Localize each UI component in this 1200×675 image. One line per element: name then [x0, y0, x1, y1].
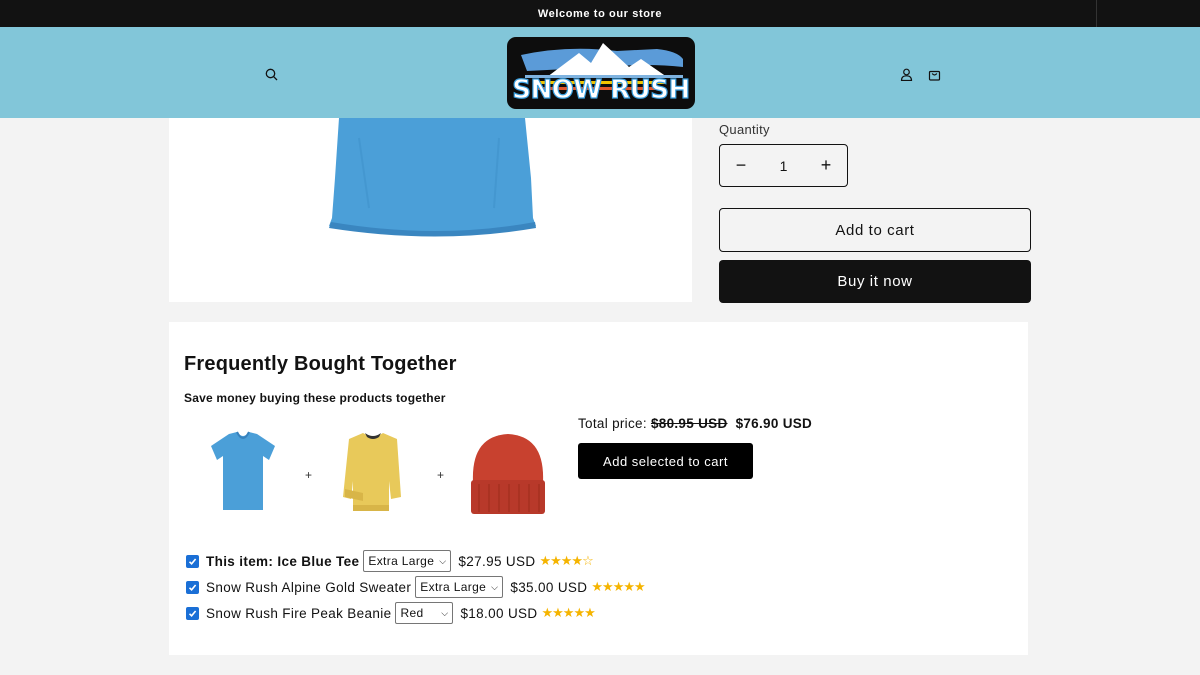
chevron-down-icon: ⌵ — [491, 581, 499, 592]
quantity-stepper: − 1 + — [719, 144, 848, 187]
chevron-down-icon: ⌵ — [441, 607, 449, 618]
item-checkbox[interactable] — [186, 580, 199, 594]
fbt-title: Frequently Bought Together — [184, 353, 457, 375]
announcement-bar: Welcome to our store — [0, 0, 1200, 27]
plus-sign: + — [437, 468, 445, 482]
total-price: Total price: $80.95 USD $76.90 USD — [578, 416, 812, 431]
item-name: This item: Ice Blue Tee — [206, 553, 360, 569]
variant-select-value: Extra Large — [420, 580, 487, 594]
quantity-input[interactable]: 1 — [762, 158, 805, 174]
fbt-item-row: Snow Rush Fire Peak Beanie Red ⌵ $18.00 U… — [186, 602, 596, 624]
quantity-label: Quantity — [719, 122, 770, 137]
cart-icon[interactable] — [924, 64, 944, 84]
announcement-divider — [1096, 0, 1097, 27]
store-logo[interactable]: SNOW RUSH — [507, 37, 695, 109]
fbt-image-beanie[interactable] — [467, 432, 549, 521]
total-price-original: $80.95 USD — [650, 416, 728, 431]
variant-select-value: Extra Large — [368, 554, 435, 568]
variant-select[interactable]: Extra Large ⌵ — [363, 550, 452, 572]
item-price: $18.00 USD — [460, 605, 538, 621]
variant-select[interactable]: Red ⌵ — [395, 602, 454, 624]
item-price: $35.00 USD — [510, 579, 588, 595]
fbt-subtitle: Save money buying these products togethe… — [184, 391, 446, 405]
item-checkbox[interactable] — [186, 606, 199, 620]
site-header: SNOW RUSH — [0, 27, 1200, 118]
variant-select[interactable]: Extra Large ⌵ — [415, 576, 504, 598]
fbt-item-row: Snow Rush Alpine Gold Sweater Extra Larg… — [186, 576, 646, 598]
decrease-quantity-button[interactable]: − — [720, 145, 762, 186]
add-selected-to-cart-button[interactable]: Add selected to cart — [578, 443, 753, 479]
account-icon[interactable] — [896, 64, 916, 84]
buy-it-now-button[interactable]: Buy it now — [719, 260, 1031, 303]
product-media[interactable] — [169, 118, 692, 302]
frequently-bought-together: Frequently Bought Together Save money bu… — [169, 322, 1028, 655]
rating-stars: ★★★★★ — [591, 579, 645, 594]
item-checkbox[interactable] — [186, 554, 199, 568]
add-to-cart-button[interactable]: Add to cart — [719, 208, 1031, 252]
fbt-image-tee[interactable] — [207, 430, 279, 517]
item-name: Snow Rush Fire Peak Beanie — [206, 605, 392, 621]
fbt-image-sweater[interactable] — [339, 431, 407, 518]
fbt-item-row: This item: Ice Blue Tee Extra Large ⌵ $27… — [186, 550, 594, 572]
increase-quantity-button[interactable]: + — [805, 145, 847, 186]
announcement-text: Welcome to our store — [537, 7, 663, 20]
item-price: $27.95 USD — [458, 553, 536, 569]
rating-stars: ★★★★★ — [541, 605, 596, 620]
total-price-discounted: $76.90 USD — [735, 416, 813, 431]
variant-select-value: Red — [400, 606, 424, 620]
search-icon[interactable] — [261, 64, 281, 84]
logo-wordmark: SNOW RUSH — [512, 74, 691, 105]
item-name: Snow Rush Alpine Gold Sweater — [206, 579, 412, 595]
product-image-tee — [329, 118, 536, 237]
chevron-down-icon: ⌵ — [439, 555, 447, 566]
rating-stars: ★★★★☆ — [539, 553, 593, 568]
total-price-label: Total price: — [578, 416, 647, 431]
plus-sign: + — [305, 468, 313, 482]
